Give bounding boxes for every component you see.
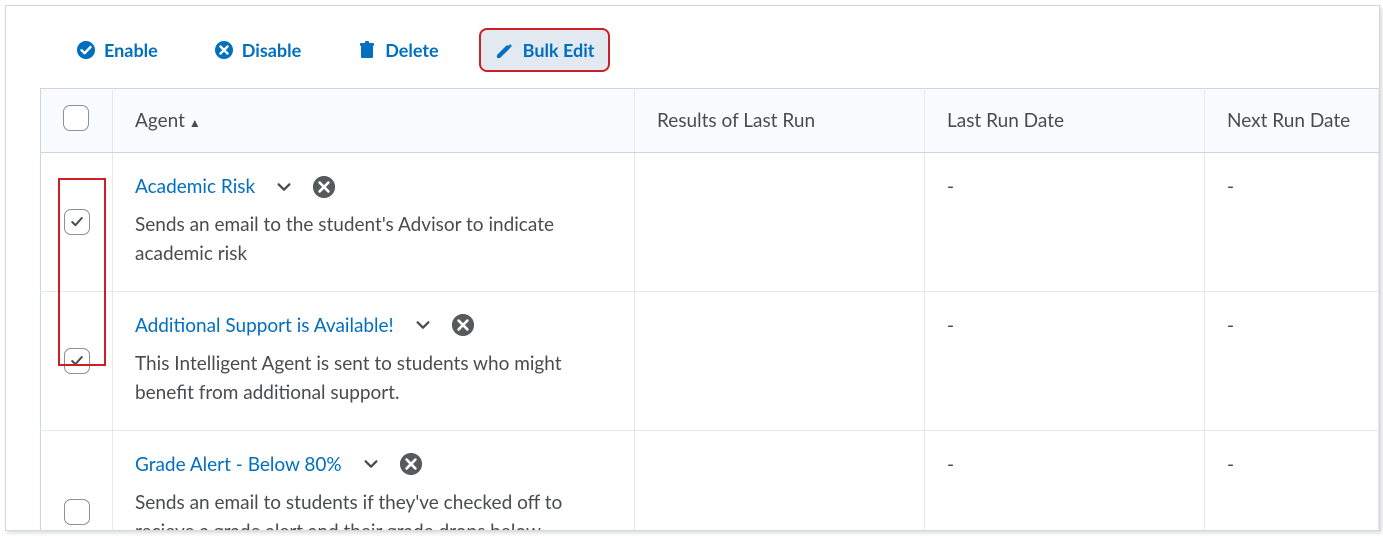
- disabled-status-icon: [452, 314, 474, 336]
- chevron-down-icon[interactable]: [360, 453, 382, 475]
- last-run-column-header: Last Run Date: [947, 109, 1064, 132]
- chevron-down-icon[interactable]: [412, 314, 434, 336]
- x-circle-icon: [214, 40, 234, 60]
- enable-button[interactable]: Enable: [62, 30, 172, 70]
- row-checkbox[interactable]: [64, 348, 90, 374]
- pencil-double-icon: [495, 40, 515, 60]
- agent-column-header[interactable]: Agent▲: [135, 109, 201, 132]
- agent-name-link[interactable]: Academic Risk: [135, 175, 255, 198]
- bulk-action-toolbar: Enable Disable Delete Bulk Edit: [6, 6, 1379, 88]
- agent-name-link[interactable]: Grade Alert - Below 80%: [135, 453, 342, 476]
- disabled-status-icon: [400, 453, 422, 475]
- check-circle-icon: [76, 40, 96, 60]
- row-checkbox[interactable]: [64, 209, 90, 235]
- sort-asc-icon: ▲: [189, 115, 201, 130]
- next-run-column-header: Next Run Date: [1227, 109, 1350, 132]
- enable-label: Enable: [104, 39, 158, 61]
- select-all-checkbox[interactable]: [63, 105, 89, 131]
- results-cell: [635, 291, 925, 430]
- row-checkbox[interactable]: [64, 499, 90, 525]
- trash-icon: [357, 40, 377, 60]
- table-row: Additional Support is Available! This In…: [41, 291, 1379, 430]
- agent-name-link[interactable]: Additional Support is Available!: [135, 314, 394, 337]
- next-run-cell: -: [1205, 430, 1379, 531]
- last-run-cell: -: [925, 430, 1205, 531]
- next-run-cell: -: [1205, 291, 1379, 430]
- results-cell: [635, 430, 925, 531]
- delete-button[interactable]: Delete: [343, 30, 452, 70]
- next-run-cell: -: [1205, 153, 1379, 292]
- disable-label: Disable: [242, 39, 301, 61]
- results-column-header: Results of Last Run: [657, 109, 815, 132]
- agent-description: This Intelligent Agent is sent to studen…: [135, 349, 565, 408]
- bulk-edit-label: Bulk Edit: [523, 39, 595, 61]
- agent-description: Sends an email to students if they've ch…: [135, 488, 565, 531]
- agent-description: Sends an email to the student's Advisor …: [135, 210, 565, 269]
- results-cell: [635, 153, 925, 292]
- last-run-cell: -: [925, 153, 1205, 292]
- chevron-down-icon[interactable]: [273, 176, 295, 198]
- table-row: Grade Alert - Below 80% Sends an email t…: [41, 430, 1379, 531]
- bulk-edit-button[interactable]: Bulk Edit: [481, 30, 609, 70]
- last-run-cell: -: [925, 291, 1205, 430]
- disabled-status-icon: [313, 176, 335, 198]
- disable-button[interactable]: Disable: [200, 30, 315, 70]
- delete-label: Delete: [385, 39, 438, 61]
- table-row: Academic Risk Sends an email to the stud…: [41, 153, 1379, 292]
- agents-table: Agent▲ Results of Last Run Last Run Date…: [40, 88, 1379, 531]
